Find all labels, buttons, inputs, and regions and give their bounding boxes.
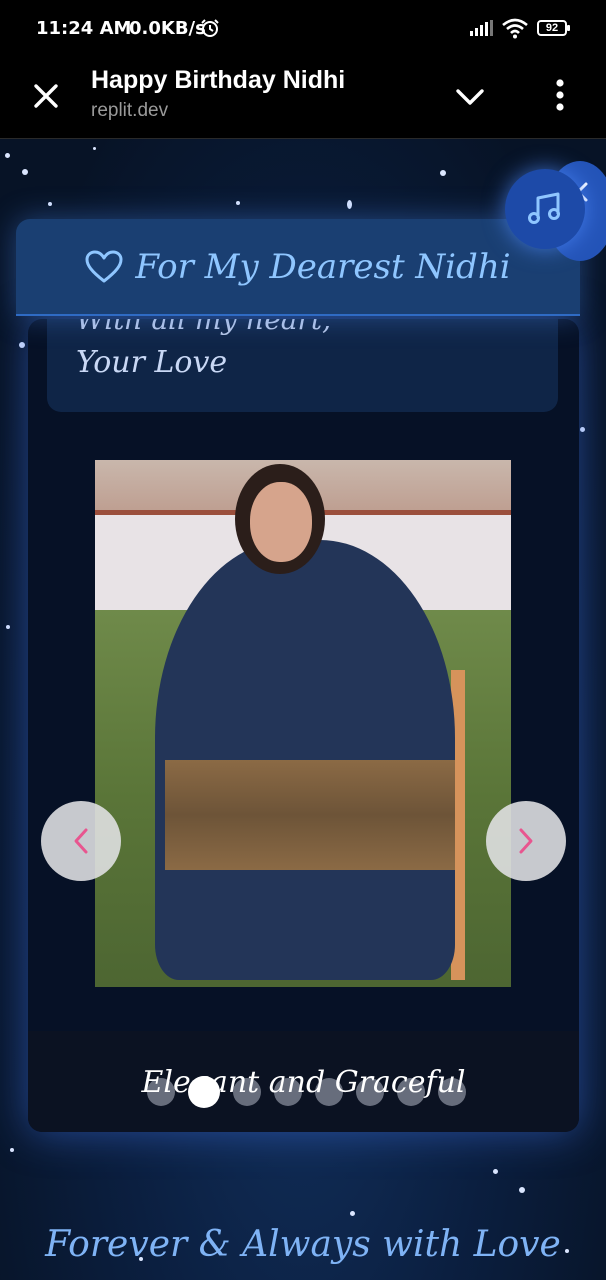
star (93, 147, 96, 150)
star (347, 200, 352, 209)
header-banner: For My Dearest Nidhi (16, 219, 580, 316)
star (22, 169, 28, 175)
page-url: replit.dev (91, 100, 169, 121)
star (48, 202, 52, 206)
next-slide-button[interactable] (486, 801, 566, 881)
signal-icon (470, 20, 493, 36)
slide-photo (95, 460, 511, 987)
photo-slider (28, 451, 579, 1031)
heart-icon (85, 250, 123, 283)
caption-bar: Elegant and Graceful (28, 1031, 579, 1132)
star (493, 1169, 498, 1174)
letter-signature: Your Love (76, 345, 228, 380)
star (236, 201, 240, 205)
battery-indicator: 92 (537, 20, 570, 36)
status-time: 11:24 AM (36, 18, 132, 39)
footer-message: Forever & Always with Love (45, 1224, 561, 1265)
browser-toolbar: Happy Birthday Nidhi replit.dev (0, 58, 606, 139)
star (350, 1211, 355, 1216)
header-title: For My Dearest Nidhi (135, 247, 511, 287)
slideshow-card: With all my heart, Your Love Elegant and… (28, 319, 579, 1132)
star (6, 625, 10, 629)
wifi-icon (502, 18, 528, 39)
photo-caption: Elegant and Graceful (141, 1065, 466, 1100)
alarm-icon (201, 19, 219, 37)
status-bar: 11:24 AM 0.0KB/s 92 (0, 0, 606, 58)
header-divider (16, 314, 580, 316)
chevron-left-icon (74, 828, 88, 854)
star (580, 427, 585, 432)
chevron-right-icon (519, 828, 533, 854)
header-title-row: For My Dearest Nidhi (16, 247, 580, 287)
star (440, 170, 446, 176)
love-letter: With all my heart, Your Love (47, 319, 558, 412)
more-options-icon[interactable] (550, 78, 570, 112)
page-content: With all my heart, Your Love Elegant and… (0, 139, 606, 1280)
close-icon[interactable] (30, 80, 62, 112)
previous-slide-button[interactable] (41, 801, 121, 881)
star (19, 342, 25, 348)
star (5, 153, 10, 158)
star (10, 1148, 14, 1152)
network-speed: 0.0KB/s (129, 18, 206, 39)
page-title: Happy Birthday Nidhi (91, 66, 346, 94)
star (519, 1187, 525, 1193)
chevron-down-icon[interactable] (455, 82, 485, 112)
music-note-icon (528, 192, 560, 224)
music-button[interactable] (505, 169, 585, 249)
letter-line: With all my heart, (76, 319, 332, 336)
